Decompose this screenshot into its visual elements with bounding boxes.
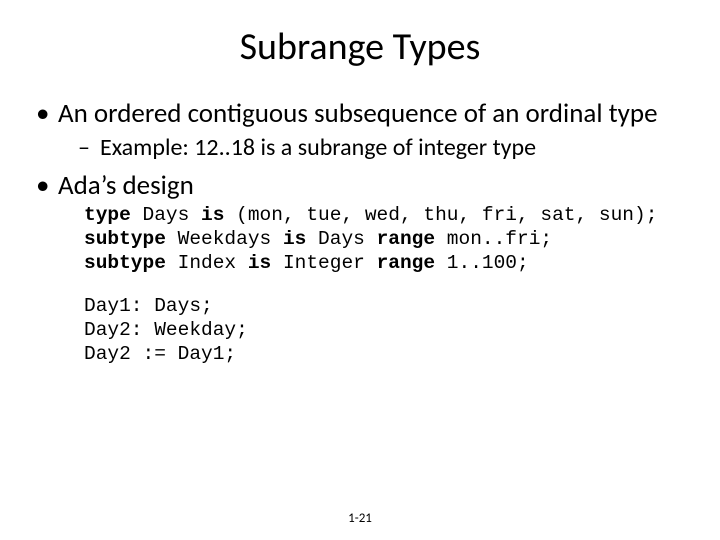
code-text: 1..100; — [435, 252, 529, 274]
bullet-list: An ordered contiguous subsequence of an … — [28, 98, 692, 367]
code-text: Day2: Weekday; — [84, 319, 248, 341]
code-text: Day1: Days; — [84, 295, 213, 317]
bullet-item: Ada’s design type Days is (mon, tue, wed… — [32, 170, 692, 367]
code-text: mon..fri; — [435, 228, 552, 250]
code-keyword: is — [248, 252, 271, 274]
sub-bullet-list: Example: 12..18 is a subrange of integer… — [58, 134, 692, 162]
code-text: Index — [166, 252, 248, 274]
code-block: type Days is (mon, tue, wed, thu, fri, s… — [84, 204, 692, 367]
code-keyword: range — [377, 252, 436, 274]
code-keyword: subtype — [84, 252, 166, 274]
bullet-item: An ordered contiguous subsequence of an … — [32, 98, 692, 162]
code-text: (mon, tue, wed, thu, fri, sat, sun); — [224, 204, 657, 226]
sub-bullet-text: Example: 12..18 is a subrange of integer… — [100, 133, 536, 162]
sub-bullet-item: Example: 12..18 is a subrange of integer… — [78, 134, 692, 162]
code-keyword: is — [283, 228, 306, 250]
code-keyword: type — [84, 204, 131, 226]
slide: Subrange Types An ordered contiguous sub… — [0, 0, 720, 540]
code-text: Day2 := Day1; — [84, 343, 236, 365]
slide-number: 1-21 — [0, 511, 720, 526]
slide-title: Subrange Types — [28, 24, 692, 70]
bullet-text: Ada’s design — [58, 169, 194, 202]
code-keyword: subtype — [84, 228, 166, 250]
code-keyword: is — [201, 204, 224, 226]
code-text: Integer — [271, 252, 376, 274]
code-text: Days — [131, 204, 201, 226]
bullet-text: An ordered contiguous subsequence of an … — [58, 97, 658, 130]
code-text: Weekdays — [166, 228, 283, 250]
code-keyword: range — [377, 228, 436, 250]
code-text: Days — [306, 228, 376, 250]
